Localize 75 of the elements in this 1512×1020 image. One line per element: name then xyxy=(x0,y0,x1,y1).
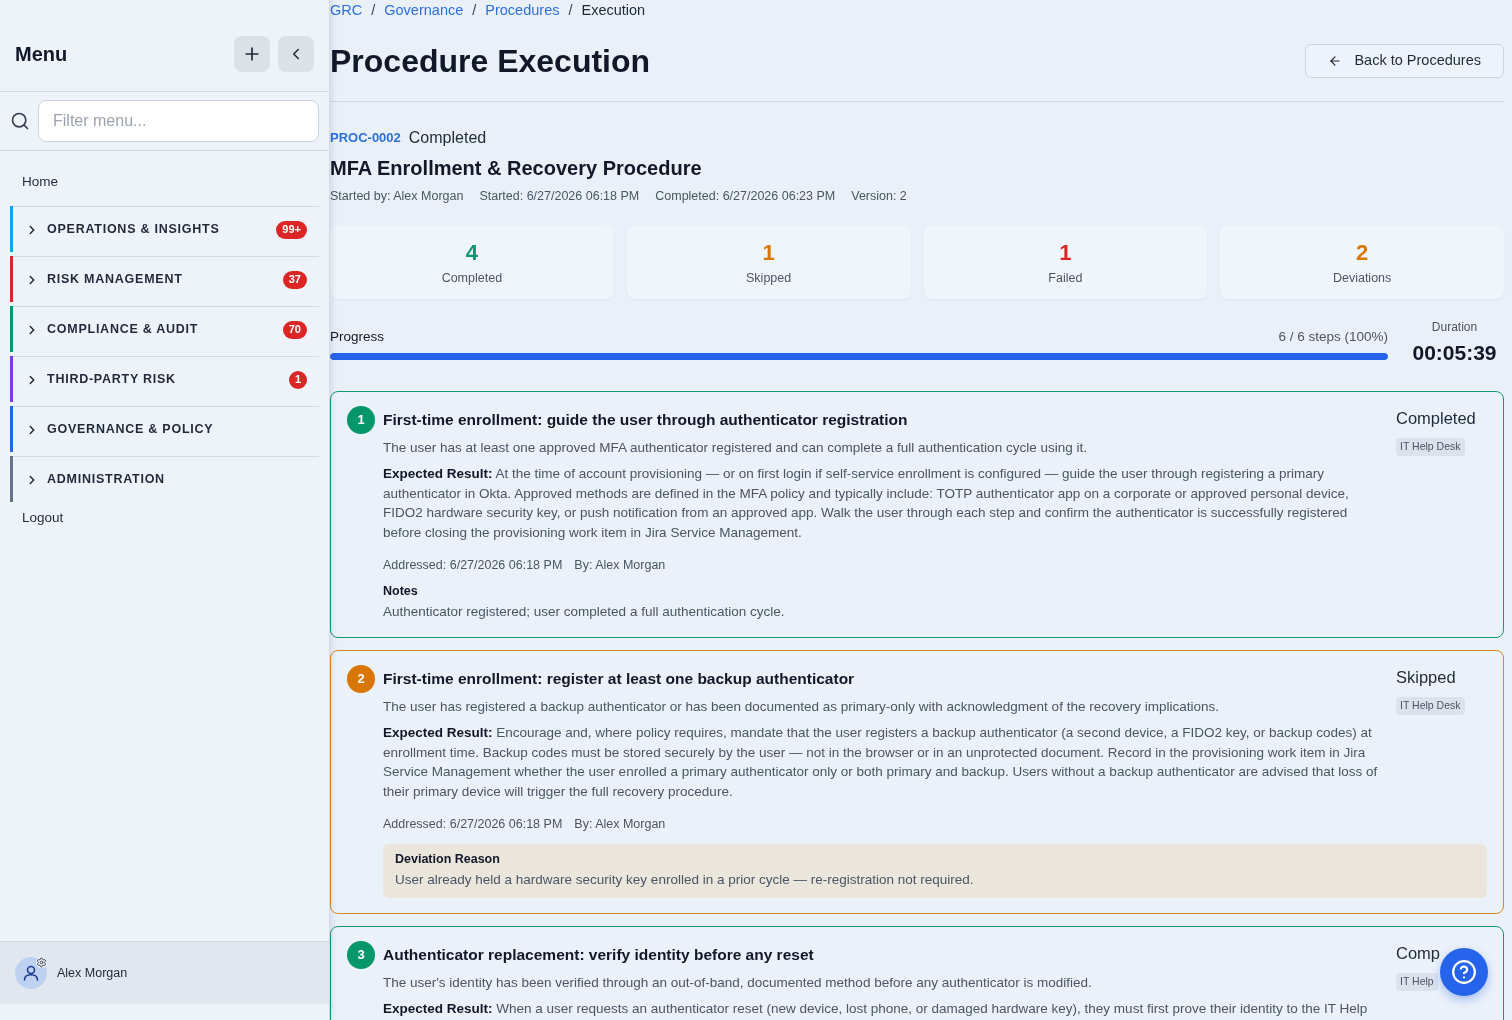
filter-field[interactable]: Filter menu... xyxy=(38,100,319,142)
procedure-status: Completed xyxy=(408,128,487,148)
user-name: Alex Morgan xyxy=(57,964,128,982)
notes-label: Notes xyxy=(383,583,419,600)
breadcrumb-separator: / xyxy=(568,1,573,21)
nav-section[interactable]: THIRD-PARTY RISK 1 xyxy=(13,356,319,402)
expected-result: Expected Result: When a user requests an authenticator reset (new device, lost phone, or damaged hardware key), they must first prove their identity to the IT Help xyxy=(383,1000,1369,1018)
stat-value: 1 xyxy=(762,240,775,266)
nav-section[interactable]: ADMINISTRATION xyxy=(13,456,319,502)
gear-icon xyxy=(36,957,47,968)
procedure-id: PROC-0002 xyxy=(330,129,401,148)
deviation-reason: User already held a hardware security key enrolled in a prior cycle — re-registration not required. xyxy=(395,871,975,889)
page-title: Procedure Execution xyxy=(330,42,651,81)
nav-link[interactable]: Logout xyxy=(22,507,64,529)
breadcrumb-current: Execution xyxy=(581,1,646,21)
stat-label: Completed xyxy=(441,270,503,287)
count-badge: 1 xyxy=(288,370,307,389)
meta-text: Started by: Alex Morgan xyxy=(330,187,464,205)
step-title: First-time enrollment: guide the user through authenticator registration xyxy=(383,410,909,430)
addressed-date: Addressed: 6/27/2026 06:18 PM xyxy=(383,816,563,833)
breadcrumb-link[interactable]: Procedures xyxy=(485,0,560,22)
add-button[interactable] xyxy=(234,35,270,72)
team-tag: IT Help Desk xyxy=(1396,438,1465,456)
stat-value: 4 xyxy=(465,240,478,266)
progress-label: Progress xyxy=(330,327,385,346)
step-description: The user has at least one approved MFA authenticator registered and can complete a full authentication cycle using it. xyxy=(383,439,1088,457)
breadcrumb-separator: / xyxy=(472,1,477,21)
step-number: 3 xyxy=(347,941,375,969)
stat-label: Deviations xyxy=(1332,270,1392,287)
progress-reading: 6 / 6 steps (100%) xyxy=(1278,327,1388,346)
meta-text: Started: 6/27/2026 06:18 PM xyxy=(479,187,640,205)
team-tag: IT Help Desk xyxy=(1396,697,1465,715)
notes-text: Authenticator registered; user completed a full authentication cycle. xyxy=(383,603,786,621)
step-status: Completed xyxy=(1396,408,1476,429)
step-title: First-time enrollment: register at least one backup authenticator xyxy=(383,669,856,689)
nav-link[interactable]: Home xyxy=(22,172,58,193)
stat-label: Failed xyxy=(1048,270,1083,287)
meta-text: Version: 2 xyxy=(851,187,907,205)
step-description: The user's identity has been verified through an out-of-band, documented method before any authenticator is modified. xyxy=(383,974,1093,992)
procedure-title: MFA Enrollment & Recovery Procedure xyxy=(330,156,703,181)
step-number: 1 xyxy=(347,406,375,434)
step-title: Authenticator replacement: verify identity before any reset xyxy=(383,945,815,965)
nav-section[interactable]: OPERATIONS & INSIGHTS 99+ xyxy=(13,206,319,252)
count-badge: 70 xyxy=(282,320,307,339)
help-icon xyxy=(1451,959,1477,985)
breadcrumb-link[interactable]: GRC xyxy=(330,0,363,22)
step-status: Skipped xyxy=(1396,667,1456,688)
nav-section[interactable]: COMPLIANCE & AUDIT 70 xyxy=(13,306,319,352)
step-status: Comp xyxy=(1396,943,1440,964)
addressed-by: By: Alex Morgan xyxy=(574,816,666,833)
step-description: The user has registered a backup authenticator or has been documented as primary-only with acknowledgment of the recovery implications. xyxy=(383,698,1220,716)
duration-value: 00:05:39 xyxy=(1412,340,1497,366)
expected-result: Expected Result: At the time of account provisioning — or on first login if self-service enrollment is configured — guide the user through registering a primary authenticator in Okta. Approved methods are defined in the MFA policy and typically include: TOTP authenticator app on a corporate or approved personal device, FIDO2 hardware security key, or push notification from an approved app. Walk the user through each step and confirm the authenticator is successfully registered before closing the provisioning work item in Jira Service Management. xyxy=(383,465,1350,542)
deviation-label: Deviation Reason xyxy=(395,851,501,868)
step-number: 2 xyxy=(347,665,375,693)
back-button[interactable]: Back to Procedures xyxy=(1305,44,1504,78)
addressed-date: Addressed: 6/27/2026 06:18 PM xyxy=(383,557,563,574)
nav-section[interactable]: GOVERNANCE & POLICY xyxy=(13,406,319,452)
stat-value: 1 xyxy=(1059,240,1072,266)
arrow-left-icon xyxy=(1328,54,1343,68)
search-icon xyxy=(10,111,30,131)
avatar-icon xyxy=(15,957,47,989)
expected-result: Expected Result: Encourage and, where policy requires, mandate that the user registers a backup authenticator (a second device, a FIDO2 key, or backup codes) at enrollment time. Backup codes must be stored securely by the user — not in the browser or in an unprotected document. Record in the provisioning work item in Jira Service Management whether the user enrolled a primary authenticator only or both primary and backup. Users without a backup authenticator are advised that loss of their primary device will trigger the full recovery procedure. xyxy=(383,724,1379,801)
count-badge: 99+ xyxy=(276,220,307,239)
team-tag: IT Help xyxy=(1396,973,1438,991)
duration-label: Duration xyxy=(1431,319,1478,335)
stat-label: Skipped xyxy=(746,270,792,287)
breadcrumb-link[interactable]: Governance xyxy=(384,0,464,22)
meta-text: Completed: 6/27/2026 06:23 PM xyxy=(655,187,836,205)
count-badge: 37 xyxy=(282,270,307,289)
nav-section[interactable]: RISK MANAGEMENT 37 xyxy=(13,256,319,302)
breadcrumb-separator: / xyxy=(371,1,376,21)
menu-title: Menu xyxy=(15,41,68,67)
stat-value: 2 xyxy=(1356,240,1369,266)
addressed-by: By: Alex Morgan xyxy=(574,557,666,574)
